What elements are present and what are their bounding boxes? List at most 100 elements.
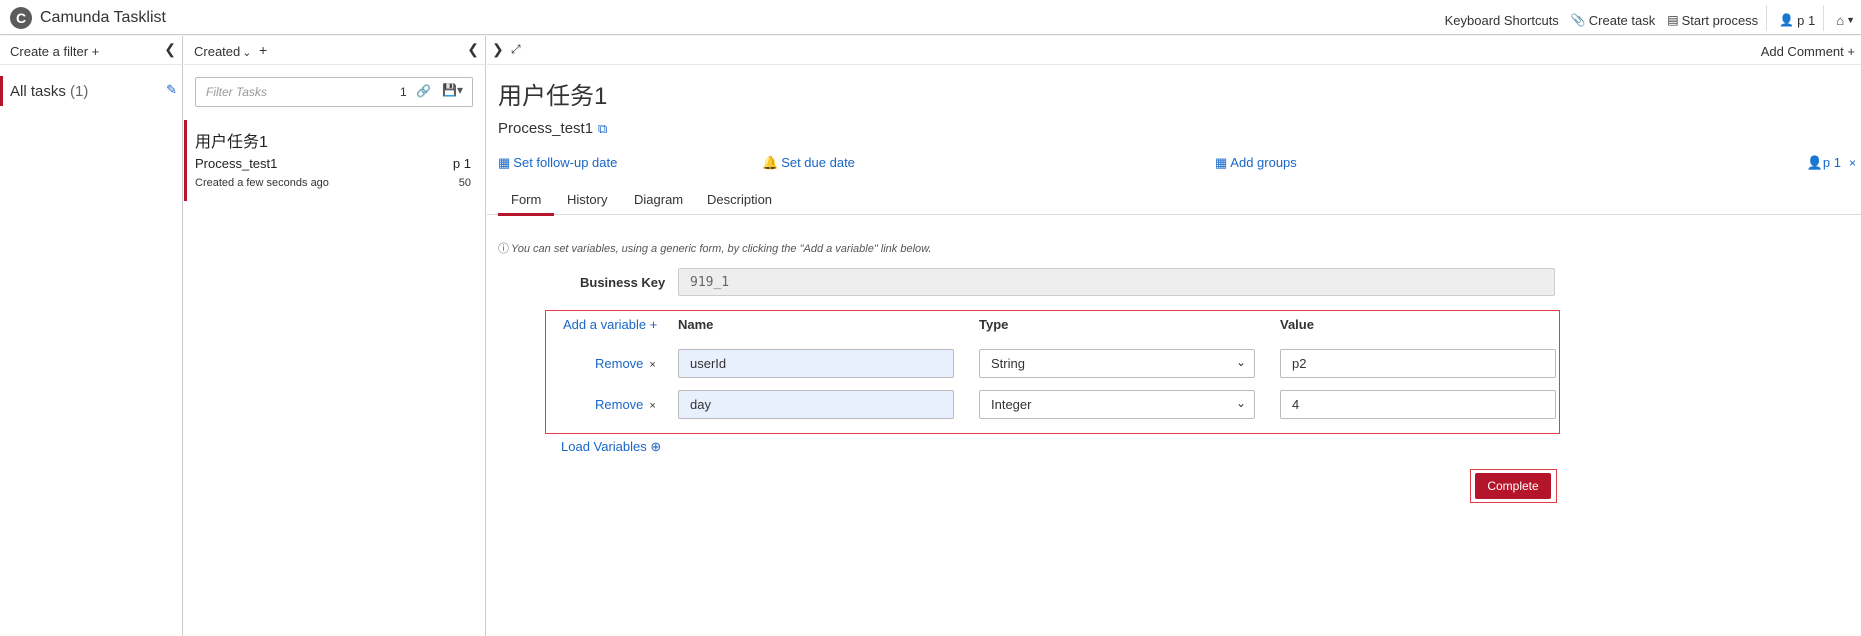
collapse-list-icon[interactable]: ❮ [467, 41, 479, 58]
task-count: 1 [400, 85, 407, 99]
task-detail-column: ❯ ⤢ Add Comment + 用户任务1 Process_test1 ⧉ … [487, 36, 1861, 636]
remove-label: Remove [595, 356, 644, 371]
start-process-link[interactable]: ▤ Start process [1667, 13, 1758, 28]
variable-type-select[interactable]: String ⌄ [979, 349, 1255, 378]
home-menu[interactable]: ⌂ ▼ [1836, 13, 1855, 28]
task-list-header: Created ⌄ + ❮ [184, 36, 485, 65]
tab-form[interactable]: Form [498, 192, 555, 216]
start-process-label: Start process [1681, 12, 1759, 28]
task-created: Created a few seconds ago [195, 177, 329, 189]
form-info: ⓘ You can set variables, using a generic … [498, 240, 932, 256]
expand-list-icon[interactable]: ❯ [492, 41, 504, 58]
task-name: 用户任务1 [195, 134, 268, 151]
value-column-header: Value [1280, 317, 1314, 332]
link-icon[interactable]: 🔗 [416, 84, 431, 98]
edit-filter-icon[interactable]: ✎ [166, 82, 177, 98]
external-link-icon[interactable]: ⧉ [598, 121, 607, 137]
nav-divider [1766, 5, 1768, 31]
filter-count: (1) [70, 83, 89, 100]
app-title: Camunda Tasklist [40, 9, 166, 26]
user-menu[interactable]: 👤 p 1 [1779, 13, 1815, 28]
follow-up-label: Set follow-up date [513, 155, 618, 170]
user-icon: 👤 [1779, 13, 1795, 27]
remove-variable-button[interactable]: Remove × [595, 397, 656, 412]
task-priority: 50 [458, 177, 471, 189]
add-groups-button[interactable]: ▦ Add groups [1215, 155, 1297, 171]
user-icon: 👤 [1806, 155, 1823, 170]
home-icon: ⌂ [1836, 12, 1845, 28]
variable-type-select[interactable]: Integer ⌄ [979, 390, 1255, 419]
load-variables-label: Load Variables [561, 439, 647, 454]
task-list-column: Created ⌄ + ❮ Filter Tasks 1 🔗 💾▾ 用户任务1 P… [184, 36, 486, 636]
tab-history[interactable]: History [567, 192, 607, 207]
task-process-name: Process_test1 [195, 156, 278, 171]
variable-value-input[interactable]: p2 [1280, 349, 1556, 378]
add-variable-label: Add a variable [563, 317, 647, 332]
variable-name-input[interactable]: userId [678, 349, 954, 378]
add-variable-button[interactable]: Add a variable + [563, 317, 657, 332]
download-circle-icon: ⊕ [650, 439, 662, 454]
variable-name-input[interactable]: day [678, 390, 954, 419]
bell-icon: 🔔 [762, 155, 779, 170]
brand[interactable]: C Camunda Tasklist [10, 7, 166, 29]
process-name-label: Process_test1 [498, 120, 594, 137]
detail-tabs: Form History Diagram Description [487, 183, 1861, 216]
create-filter-button[interactable]: Create a filter + [10, 44, 99, 59]
set-due-date-button[interactable]: 🔔 Set due date [762, 155, 855, 171]
save-icon[interactable]: 💾▾ [442, 83, 463, 97]
info-text: You can set variables, using a generic f… [511, 243, 932, 255]
caret-down-icon: ▼ [1846, 15, 1855, 25]
variable-type-value: Integer [991, 397, 1032, 412]
filter-label: All tasks [10, 83, 66, 100]
task-detail-header: ❯ ⤢ Add Comment + [487, 36, 1861, 65]
complete-button[interactable]: Complete [1475, 473, 1551, 499]
filter-item-all-tasks[interactable]: All tasks (1) ✎ [0, 76, 183, 106]
fullscreen-icon[interactable]: ⤢ [511, 42, 521, 57]
unassign-icon[interactable]: × [1849, 156, 1856, 170]
business-key-label: Business Key [580, 275, 666, 290]
complete-highlight-box: Complete [1470, 469, 1557, 503]
filter-tasks-placeholder: Filter Tasks [206, 85, 267, 99]
grid-icon: ▦ [1215, 155, 1228, 170]
collapse-filters-icon[interactable]: ❮ [164, 41, 176, 58]
keyboard-shortcuts-label: Keyboard Shortcuts [1444, 12, 1559, 28]
camunda-logo-icon: C [10, 7, 32, 29]
task-title: 用户任务1 [498, 83, 608, 110]
tab-description[interactable]: Description [707, 192, 772, 207]
due-date-label: Set due date [781, 155, 855, 170]
filters-column: Create a filter + ❮ All tasks (1) ✎ [0, 36, 183, 636]
add-comment-button[interactable]: Add Comment + [1761, 44, 1855, 59]
create-task-link[interactable]: 📎 Create task [1571, 13, 1655, 28]
plus-icon: + [1847, 44, 1855, 59]
process-name: Process_test1 ⧉ [498, 120, 607, 137]
paperclip-icon: 📎 [1570, 13, 1586, 27]
set-follow-up-date-button[interactable]: ▦ Set follow-up date [498, 155, 617, 171]
chevron-down-icon: ⌄ [1235, 355, 1246, 369]
assignee-control[interactable]: 👤p 1 × [1807, 155, 1856, 171]
variable-value-input[interactable]: 4 [1280, 390, 1556, 419]
remove-label: Remove [595, 397, 644, 412]
plus-icon: + [91, 44, 100, 59]
nav-divider [1823, 5, 1825, 31]
tab-diagram[interactable]: Diagram [634, 192, 683, 207]
plus-icon: + [649, 317, 658, 332]
calendar-icon: ▦ [498, 155, 511, 170]
top-navbar: C Camunda Tasklist Keyboard Shortcuts 📎 C… [0, 0, 1861, 35]
chevron-down-icon: ⌄ [242, 47, 252, 59]
name-column-header: Name [678, 317, 714, 332]
add-sorting-icon[interactable]: + [259, 42, 267, 58]
filter-tasks-input[interactable]: Filter Tasks 1 🔗 💾▾ [195, 77, 473, 107]
close-icon: × [649, 400, 656, 412]
task-card[interactable]: 用户任务1 Process_test1 p 1 Created a few se… [184, 120, 485, 201]
create-filter-label: Create a filter [10, 44, 89, 59]
info-icon: ⓘ [498, 243, 509, 255]
sort-label: Created [194, 44, 241, 59]
variable-type-value: String [991, 356, 1025, 371]
keyboard-shortcuts-link[interactable]: Keyboard Shortcuts [1445, 13, 1559, 28]
nav-right: Keyboard Shortcuts 📎 Create task ▤ Start p… [1433, 5, 1855, 31]
sort-dropdown[interactable]: Created ⌄ [194, 44, 251, 59]
remove-variable-button[interactable]: Remove × [595, 356, 656, 371]
add-groups-label: Add groups [1230, 155, 1297, 170]
load-variables-button[interactable]: Load Variables ⊕ [561, 439, 661, 455]
task-assignee: p 1 [452, 156, 471, 171]
